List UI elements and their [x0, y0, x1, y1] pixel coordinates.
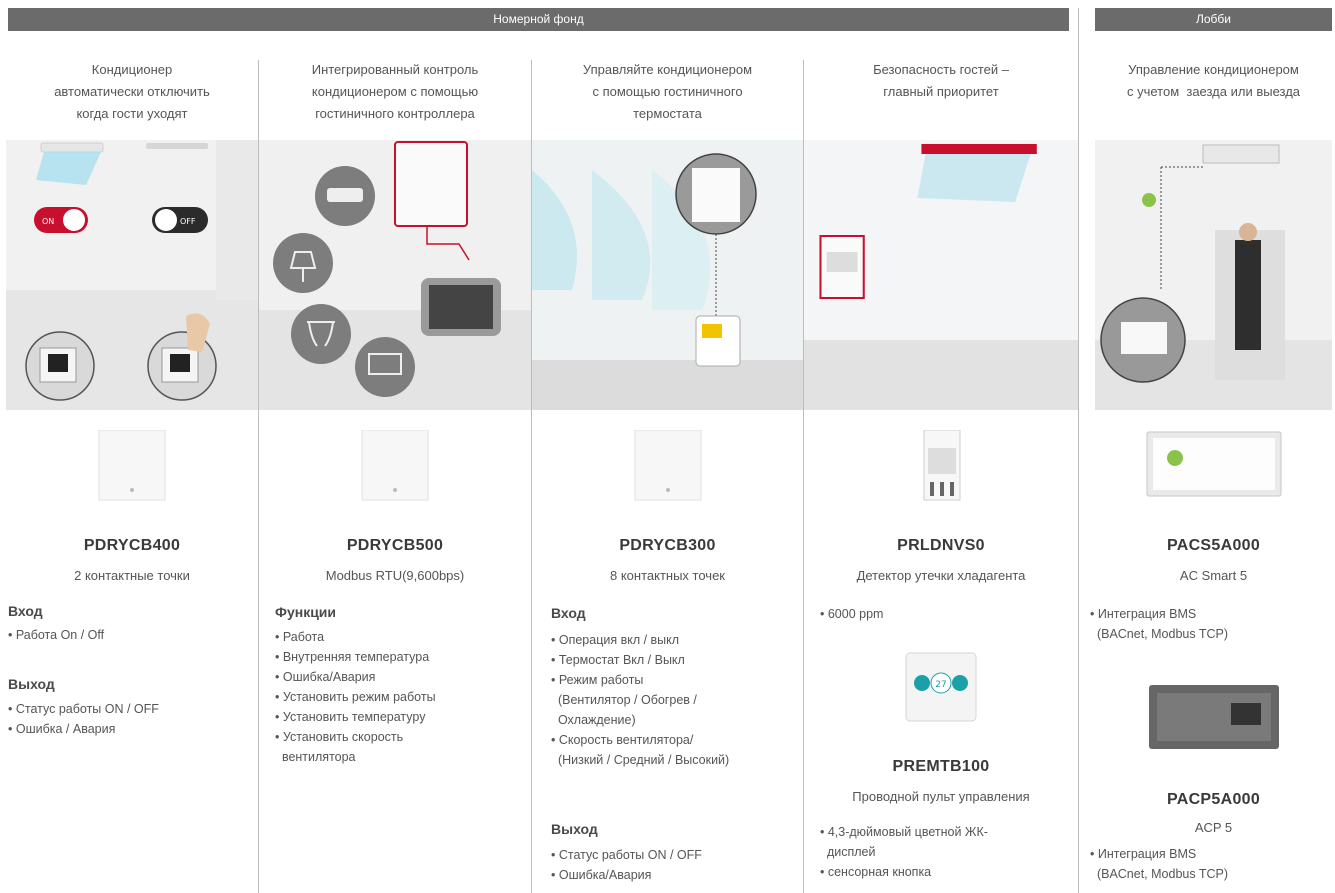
- list-item: • Установить режим работы: [275, 690, 436, 704]
- list-item: • 4,3-дюймовый цветной ЖК-: [820, 825, 988, 839]
- list-item: • сенсорная кнопка: [820, 865, 932, 879]
- display-value: 27: [935, 680, 946, 690]
- model-name: PREMTB100: [892, 758, 990, 775]
- output-list: • Статус работы ON / OFF • Ошибка / Авар…: [8, 699, 159, 739]
- product-image-prldnvs0: [804, 430, 1078, 502]
- list-item: • Статус работы ON / OFF: [8, 702, 159, 716]
- list-item: • Режим работы: [551, 673, 644, 687]
- input-list: • Операция вкл / выкл • Термостат Вкл / …: [551, 630, 729, 770]
- column-title: Управление кондиционером с учетом заезда …: [1126, 62, 1301, 99]
- product-image-pacp5a000: [1095, 681, 1332, 753]
- list-item: • Ошибка/Авария: [275, 670, 376, 684]
- list-item: • Интеграция BMS: [1090, 607, 1197, 621]
- list-item: (Низкий / Средний / Высокий): [551, 753, 730, 767]
- list-item: • Скорость вентилятора/: [551, 733, 694, 747]
- list-item: • Установить скорость: [275, 730, 404, 744]
- list-item: Охлаждение): [551, 713, 636, 727]
- product-image-premtb100: 27: [804, 651, 1078, 723]
- model-subtitle: 8 контактных точек: [610, 568, 725, 583]
- list-item: • Термостат Вкл / Выкл: [551, 653, 685, 667]
- model-name: PDRYCB500: [346, 537, 444, 554]
- hero-image-key-card: ON OFF: [6, 140, 258, 410]
- model-subtitle: AC Smart 5: [1179, 568, 1248, 583]
- list-item: • Ошибка / Авария: [8, 722, 116, 736]
- product-image-pdrycb500: [259, 430, 531, 502]
- room-stock-header: Номерной фонд: [8, 8, 1069, 31]
- model-subtitle: Детектор утечки хладагента: [856, 568, 1026, 583]
- functions-list: • Работа • Внутренняя температура • Ошиб…: [275, 627, 436, 767]
- output-list: • Статус работы ON / OFF • Ошибка/Авария: [551, 845, 702, 885]
- switch-on-label: ON: [42, 217, 54, 226]
- model-name: PDRYCB400: [83, 537, 181, 554]
- list-item: • 6000 ppm: [820, 607, 884, 621]
- column-title: Безопасность гостей – главный приоритет: [873, 62, 1009, 99]
- model-subtitle: ACP 5: [1194, 820, 1233, 835]
- section-title-output: Выход: [551, 821, 598, 837]
- switch-off-label: OFF: [180, 217, 196, 226]
- model-name: PDRYCB300: [619, 537, 716, 554]
- list-item: (BACnet, Modbus TCP): [1090, 627, 1229, 641]
- hero-image-thermostat: [532, 140, 803, 410]
- list-item: вентилятора: [275, 750, 356, 764]
- spec-list: • Интеграция BMS (BACnet, Modbus TCP): [1090, 844, 1228, 884]
- list-item: • Интеграция BMS: [1090, 847, 1197, 861]
- spec-list: • Интеграция BMS (BACnet, Modbus TCP): [1090, 604, 1228, 644]
- column-pdrycb300: Управляйте кондиционером с помощью гостин…: [532, 31, 803, 893]
- column-pdrycb400: Кондиционер автоматически отключить когда …: [6, 31, 258, 893]
- list-item: • Ошибка/Авария: [551, 868, 652, 882]
- hero-image-lobby: [1095, 140, 1332, 410]
- list-item: • Внутренняя температура: [275, 650, 430, 664]
- list-item: • Работа: [275, 630, 325, 644]
- list-item: • Установить температуру: [275, 710, 426, 724]
- model-name: PACP5A000: [1166, 791, 1261, 808]
- list-item: • Работа On / Off: [8, 628, 105, 642]
- column-lobby: Управление кондиционером с учетом заезда …: [1090, 31, 1332, 893]
- model-name: PRLDNVS0: [897, 537, 985, 554]
- product-image-pacs5a000: [1095, 430, 1332, 502]
- hero-image-hotel-controller: [259, 140, 531, 410]
- spec-list: • 4,3-дюймовый цветной ЖК- дисплей • сен…: [820, 822, 988, 882]
- column-title: Управляйте кондиционером с помощью гостин…: [582, 62, 753, 121]
- section-divider: [1078, 8, 1079, 893]
- section-title-input: Вход: [551, 605, 586, 621]
- list-item: дисплей: [820, 845, 876, 859]
- list-item: (Вентилятор / Обогрев /: [551, 693, 697, 707]
- model-name: PACS5A000: [1166, 537, 1261, 554]
- column-prldnvs0: Безопасность гостей – главный приоритет P…: [804, 31, 1078, 893]
- hero-image-leak-detector: [804, 140, 1078, 410]
- column-title: Кондиционер автоматически отключить когда …: [54, 62, 210, 121]
- list-item: • Операция вкл / выкл: [551, 633, 680, 647]
- list-item: (BACnet, Modbus TCP): [1090, 867, 1229, 881]
- section-title-input: Вход: [8, 603, 43, 619]
- product-image-pdrycb300: [532, 430, 803, 502]
- spec-list: • 6000 ppm: [820, 604, 883, 624]
- product-image-pdrycb400: [6, 430, 258, 502]
- model-subtitle: Проводной пульт управления: [852, 789, 1030, 804]
- input-list: • Работа On / Off: [8, 625, 104, 645]
- section-title-output: Выход: [8, 676, 55, 692]
- section-title-functions: Функции: [275, 604, 337, 620]
- model-subtitle: 2 контактные точки: [74, 568, 190, 583]
- column-title: Интегрированный контроль кондиционером с …: [311, 62, 479, 121]
- lobby-header: Лобби: [1095, 8, 1332, 31]
- column-pdrycb500: Интегрированный контроль кондиционером с …: [259, 31, 531, 893]
- model-subtitle: Modbus RTU(9,600bps): [325, 568, 465, 583]
- list-item: • Статус работы ON / OFF: [551, 848, 702, 862]
